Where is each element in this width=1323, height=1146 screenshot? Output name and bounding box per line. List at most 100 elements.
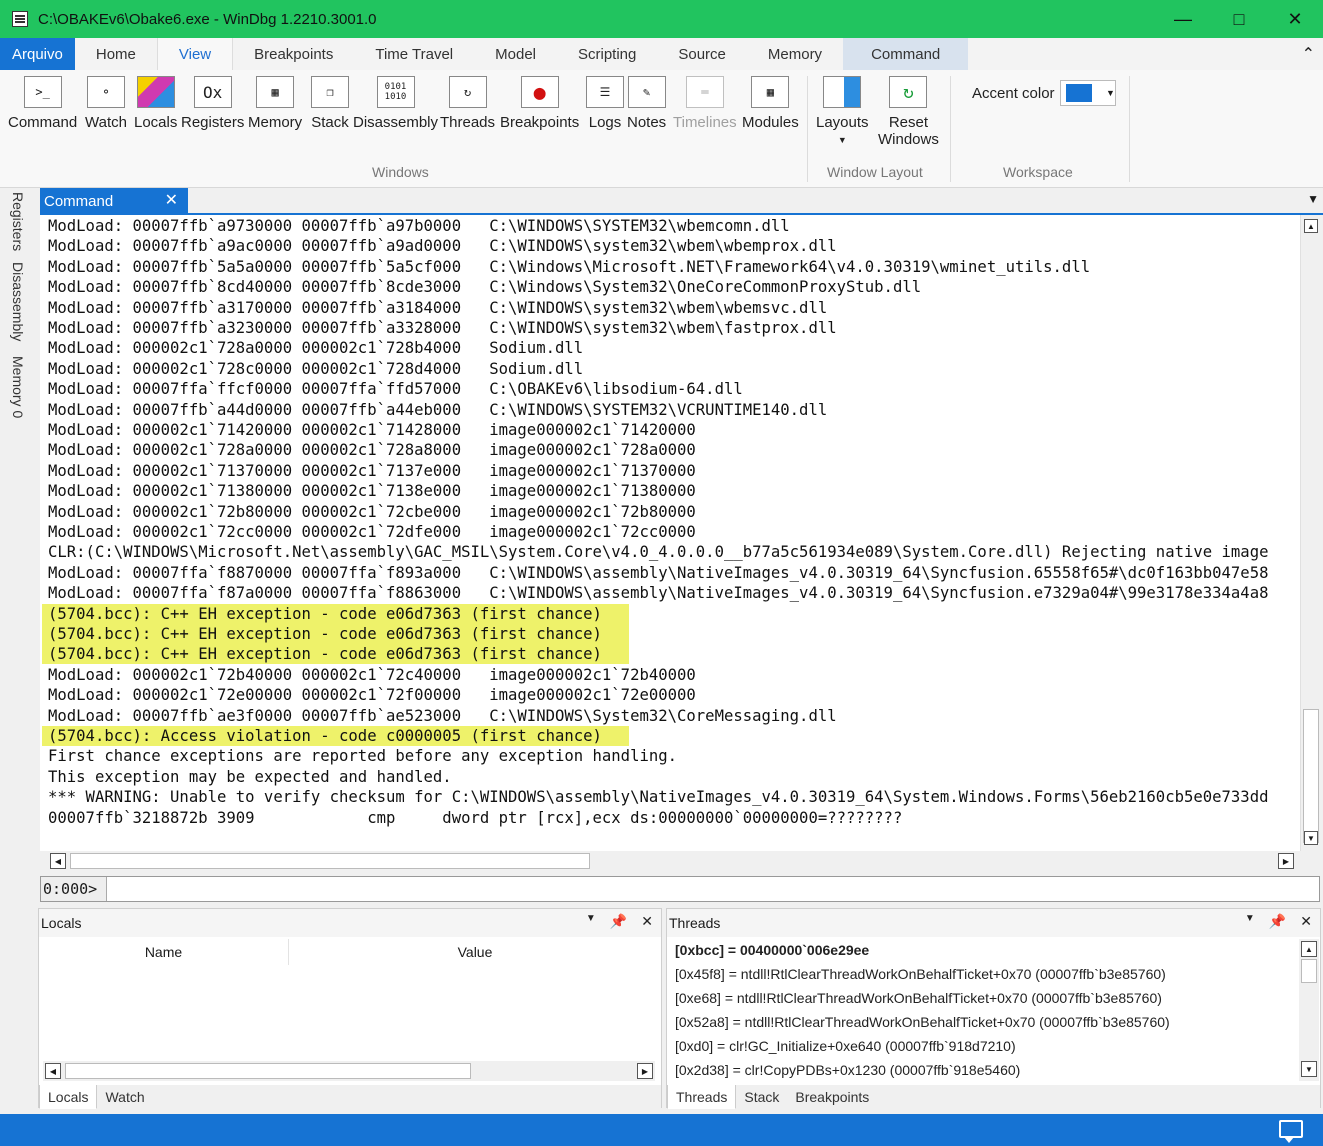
stack-button[interactable]: ❐ Stack xyxy=(311,76,349,131)
maximize-icon[interactable]: □ xyxy=(1211,0,1267,38)
command-prompt-row: 0:000> xyxy=(40,876,1320,902)
scroll-left-icon[interactable]: ◀ xyxy=(45,1063,61,1079)
command-output[interactable]: ModLoad: 00007ffb`a9730000 00007ffb`a97b… xyxy=(40,215,1300,851)
locals-horizontal-scrollbar[interactable]: ◀ ▶ xyxy=(43,1061,655,1081)
tab-command[interactable]: Command xyxy=(843,38,969,70)
thread-row[interactable]: [0xe68] = ntdll!RtlClearThreadWorkOnBeha… xyxy=(675,990,1162,1006)
output-line: ModLoad: 00007ffb`5a5a0000 00007ffb`5a5c… xyxy=(48,257,1091,276)
reset-windows-button[interactable]: ↻ Reset Windows xyxy=(878,76,939,148)
disassembly-icon: 0101 1010 xyxy=(376,76,415,108)
tab-stack[interactable]: Stack xyxy=(736,1085,787,1109)
close-icon[interactable]: ✕ xyxy=(641,913,653,930)
tab-command-window[interactable]: Command ✕ xyxy=(40,188,188,214)
side-tab-memory[interactable]: Memory 0 xyxy=(10,356,26,418)
registers-icon: Ox xyxy=(193,76,232,108)
output-line: CLR:(C:\WINDOWS\Microsoft.Net\assembly\G… xyxy=(48,543,1269,562)
accent-color-dropdown[interactable]: ▼ xyxy=(1060,80,1116,106)
close-icon[interactable]: ✕ xyxy=(165,190,178,210)
close-icon[interactable]: ✕ xyxy=(1300,913,1312,930)
output-line: (5704.bcc): C++ EH exception - code e06d… xyxy=(48,604,602,623)
chevron-down-icon[interactable]: ▼ xyxy=(1245,913,1255,930)
watch-button[interactable]: ⚬ Watch xyxy=(85,76,127,131)
tab-memory[interactable]: Memory xyxy=(747,38,843,70)
message-icon[interactable] xyxy=(1279,1120,1303,1143)
command-button[interactable]: >_ Command xyxy=(8,76,77,131)
scroll-down-icon[interactable]: ▼ xyxy=(1304,831,1318,845)
thread-row[interactable]: [0x52a8] = ntdll!RtlClearThreadWorkOnBeh… xyxy=(675,1014,1170,1030)
breakpoints-button[interactable]: ● Breakpoints xyxy=(500,76,579,131)
tab-home[interactable]: Home xyxy=(75,38,157,70)
reset-icon: ↻ xyxy=(889,76,928,108)
thread-row[interactable]: [0xd0] = clr!GC_Initialize+0xe640 (00007… xyxy=(675,1038,1016,1054)
output-line: ModLoad: 000002c1`72b40000 000002c1`72c4… xyxy=(48,665,696,684)
group-separator xyxy=(1129,76,1130,182)
side-tab-disassembly[interactable]: Disassembly xyxy=(10,262,26,341)
column-value[interactable]: Value xyxy=(289,939,661,965)
tab-file[interactable]: Arquivo xyxy=(0,38,75,70)
collapse-ribbon-icon[interactable]: ⌃ xyxy=(1302,44,1315,64)
thread-row[interactable]: [0x45f8] = ntdll!RtlClearThreadWorkOnBeh… xyxy=(675,966,1166,982)
side-tab-registers[interactable]: Registers xyxy=(10,192,26,251)
tab-breakpoints-panel[interactable]: Breakpoints xyxy=(787,1085,877,1109)
tab-scripting[interactable]: Scripting xyxy=(557,38,657,70)
command-input[interactable] xyxy=(107,877,1319,901)
command-prompt-label: 0:000> xyxy=(41,877,107,901)
memory-button[interactable]: ▦ Memory xyxy=(248,76,302,131)
window-menu-icon[interactable]: ▼ xyxy=(1307,192,1319,206)
close-icon[interactable]: ✕ xyxy=(1267,0,1323,38)
layouts-button[interactable]: Layouts ▼ xyxy=(816,76,869,145)
registers-button[interactable]: Ox Registers xyxy=(181,76,244,131)
tab-locals[interactable]: Locals xyxy=(39,1085,98,1109)
output-line: ModLoad: 00007ffb`a44d0000 00007ffb`a44e… xyxy=(48,400,828,419)
output-line: ModLoad: 00007ffb`ae3f0000 00007ffb`ae52… xyxy=(48,706,837,725)
modules-button[interactable]: ▦ Modules xyxy=(742,76,799,131)
output-line: ModLoad: 00007ffb`8cd40000 00007ffb`8cde… xyxy=(48,278,922,297)
watch-glasses-icon: ⚬ xyxy=(86,76,125,108)
column-name[interactable]: Name xyxy=(39,939,289,965)
logs-icon: ☰ xyxy=(586,76,624,108)
memory-chip-icon: ▦ xyxy=(256,76,295,108)
window-title: C:\OBAKEv6\Obake6.exe - WinDbg 1.2210.30… xyxy=(38,10,377,28)
scroll-thumb[interactable] xyxy=(1303,709,1319,843)
tab-source[interactable]: Source xyxy=(657,38,747,70)
ribbon-tabs: Arquivo Home View Breakpoints Time Trave… xyxy=(0,38,1323,70)
disassembly-button[interactable]: 0101 1010 Disassembly xyxy=(353,76,438,131)
scroll-up-icon[interactable]: ▲ xyxy=(1301,941,1317,957)
tab-breakpoints[interactable]: Breakpoints xyxy=(233,38,354,70)
output-line: ModLoad: 000002c1`72b80000 000002c1`72cb… xyxy=(48,502,696,521)
scroll-thumb[interactable] xyxy=(65,1063,471,1079)
locals-column-headers: Name Value xyxy=(39,939,661,965)
timelines-button: ═ Timelines xyxy=(673,76,737,131)
pin-icon[interactable]: 📌 xyxy=(610,913,627,930)
scroll-left-icon[interactable]: ◀ xyxy=(50,853,66,869)
tab-view[interactable]: View xyxy=(156,38,234,70)
scroll-right-icon[interactable]: ▶ xyxy=(1278,853,1294,869)
accent-color-label: Accent color xyxy=(972,85,1055,102)
breakpoint-icon: ● xyxy=(520,76,559,108)
ribbon: >_ Command ⚬ Watch Locals Ox Registers ▦… xyxy=(0,70,1323,188)
pin-icon[interactable]: 📌 xyxy=(1269,913,1286,930)
tab-threads[interactable]: Threads xyxy=(667,1085,737,1109)
chevron-down-icon[interactable]: ▼ xyxy=(586,913,596,930)
tab-model[interactable]: Model xyxy=(474,38,557,70)
thread-row[interactable]: [0xbcc] = 00400000`006e29ee xyxy=(675,942,869,958)
chevron-down-icon: ▼ xyxy=(1106,88,1115,98)
minimize-icon[interactable]: — xyxy=(1155,0,1211,38)
command-vertical-scrollbar[interactable]: ▲ ▼ xyxy=(1300,215,1320,851)
scroll-up-icon[interactable]: ▲ xyxy=(1304,219,1318,233)
notes-button[interactable]: ✎ Notes xyxy=(627,76,666,131)
tab-time-travel[interactable]: Time Travel xyxy=(354,38,474,70)
scroll-right-icon[interactable]: ▶ xyxy=(637,1063,653,1079)
locals-button[interactable]: Locals xyxy=(134,76,177,131)
output-line: ModLoad: 000002c1`72cc0000 000002c1`72df… xyxy=(48,523,696,541)
scroll-thumb[interactable] xyxy=(1301,959,1317,983)
scroll-down-icon[interactable]: ▼ xyxy=(1301,1061,1317,1077)
timelines-icon: ═ xyxy=(685,76,724,108)
threads-button[interactable]: ↻ Threads xyxy=(440,76,495,131)
command-horizontal-scrollbar[interactable]: ◀ ▶ xyxy=(48,851,1298,871)
threads-vertical-scrollbar[interactable]: ▲ ▼ xyxy=(1299,939,1319,1081)
thread-row[interactable]: [0x2d38] = clr!CopyPDBs+0x1230 (00007ffb… xyxy=(675,1062,1020,1078)
tab-watch[interactable]: Watch xyxy=(97,1085,152,1109)
scroll-thumb[interactable] xyxy=(70,853,590,869)
logs-button[interactable]: ☰ Logs xyxy=(586,76,624,131)
